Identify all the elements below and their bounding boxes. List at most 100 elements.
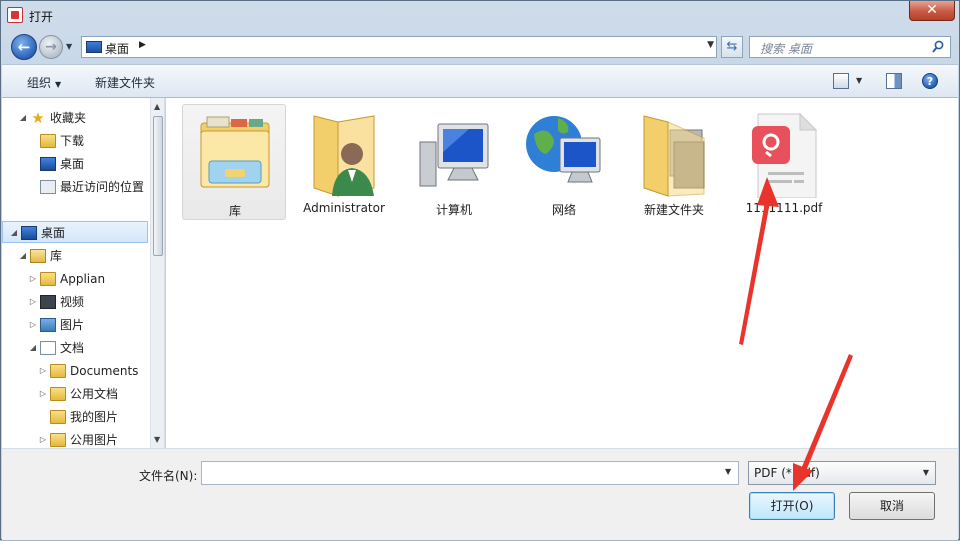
- address-bar[interactable]: 桌面 ▶ ▼: [81, 36, 717, 58]
- folder-icon: [50, 410, 66, 424]
- folder-icon: [50, 433, 66, 447]
- tree-item-desktop-favorite[interactable]: 桌面: [2, 153, 148, 175]
- downloads-folder-icon: [40, 134, 56, 148]
- recent-places-icon: [40, 180, 56, 194]
- address-text: 桌面: [105, 42, 130, 56]
- refresh-button[interactable]: ⇆: [721, 36, 743, 58]
- expanded-triangle-icon[interactable]: ◢: [28, 337, 38, 359]
- forward-button[interactable]: →: [39, 35, 63, 59]
- folder-icon: [50, 387, 66, 401]
- close-button[interactable]: ✕: [909, 1, 955, 21]
- file-item-pdf[interactable]: 1111111.pdf: [732, 104, 836, 220]
- file-label: Administrator: [303, 201, 385, 215]
- view-dropdown-icon[interactable]: ▼: [856, 76, 862, 85]
- tree-item-documents[interactable]: ◢ 文档: [2, 337, 148, 359]
- app-icon: [7, 7, 23, 23]
- filetype-select[interactable]: PDF (*.pdf) ▼: [748, 461, 936, 485]
- scrollbar-thumb[interactable]: [153, 116, 163, 256]
- address-dropdown-icon[interactable]: ▼: [707, 40, 714, 50]
- expanded-triangle-icon[interactable]: ◢: [9, 222, 19, 244]
- chevron-right-icon[interactable]: ▶: [139, 40, 146, 50]
- tree-item-pictures[interactable]: ▷ 图片: [2, 314, 148, 336]
- organize-button[interactable]: 组织 ▼: [27, 74, 61, 91]
- tree-item-videos[interactable]: ▷ 视频: [2, 291, 148, 313]
- tree-item-desktop[interactable]: ◢ 桌面: [2, 221, 148, 243]
- file-item-libraries[interactable]: 库: [182, 104, 286, 220]
- file-label: 新建文件夹: [643, 203, 704, 217]
- collapsed-triangle-icon[interactable]: ▷: [38, 360, 48, 382]
- computer-icon: [419, 123, 489, 187]
- file-item-administrator[interactable]: Administrator: [292, 104, 396, 220]
- scroll-down-icon[interactable]: ▼: [154, 435, 160, 444]
- scroll-up-icon[interactable]: ▲: [154, 102, 160, 111]
- organize-label: 组织: [27, 76, 52, 90]
- filename-input[interactable]: [201, 461, 739, 485]
- network-icon: [526, 116, 601, 183]
- tree-item-applian[interactable]: ▷ Applian: [2, 268, 148, 290]
- tree-label: 最近访问的位置: [60, 180, 145, 194]
- toolbar: 组织 ▼ 新建文件夹 ▼ ?: [2, 64, 958, 98]
- file-item-network[interactable]: 网络: [512, 104, 616, 220]
- tree-label: 视频: [60, 295, 85, 309]
- folder-icon: [50, 364, 66, 378]
- navigation-bar: ← → ▼ 桌面 ▶ ▼ ⇆ 搜索 桌面: [1, 31, 959, 61]
- dialog-footer: 文件名(N): ▼ PDF (*.pdf) ▼ 打开(O) 取消: [2, 448, 958, 540]
- help-icon[interactable]: ?: [922, 73, 938, 89]
- tree-label: 下载: [60, 134, 85, 148]
- back-button[interactable]: ←: [11, 34, 37, 60]
- chevron-down-icon: ▼: [922, 468, 929, 477]
- star-icon: ★: [31, 109, 45, 127]
- filename-label: 文件名(N):: [139, 469, 198, 483]
- expanded-triangle-icon[interactable]: ◢: [18, 107, 28, 129]
- navigation-pane: ◢ ★ 收藏夹 下载 桌面 最近访问的位置 ◢ 桌面 ◢ 库 ▷ Applian…: [2, 98, 165, 448]
- tree-item-public-documents[interactable]: ▷ 公用文档: [2, 383, 148, 405]
- tree-item-public-pictures[interactable]: ▷ 公用图片: [2, 429, 148, 448]
- video-library-icon: [40, 295, 56, 309]
- filename-dropdown-icon[interactable]: ▼: [725, 467, 731, 476]
- file-label: 计算机: [435, 203, 472, 217]
- tree-item-my-pictures[interactable]: 我的图片: [2, 406, 148, 428]
- collapsed-triangle-icon[interactable]: ▷: [38, 383, 48, 405]
- tree-item-libraries[interactable]: ◢ 库: [2, 245, 148, 267]
- file-item-new-folder[interactable]: 新建文件夹: [622, 104, 726, 220]
- expanded-triangle-icon[interactable]: ◢: [18, 245, 28, 267]
- file-label: 网络: [551, 203, 576, 217]
- search-icon[interactable]: [932, 40, 944, 54]
- tree-item-my-documents[interactable]: ▷ Documents: [2, 360, 148, 382]
- new-folder-button[interactable]: 新建文件夹: [95, 74, 155, 91]
- tree-label: 图片: [60, 318, 85, 332]
- collapsed-triangle-icon[interactable]: ▷: [28, 268, 38, 290]
- tree-label: 桌面: [41, 226, 66, 240]
- collapsed-triangle-icon[interactable]: ▷: [28, 314, 38, 336]
- file-label: 库: [228, 204, 241, 218]
- tree-label: 收藏夹: [50, 111, 87, 125]
- tree-label: 我的图片: [70, 410, 119, 424]
- desktop-icon: [86, 41, 102, 53]
- collapsed-triangle-icon[interactable]: ▷: [38, 429, 48, 448]
- filetype-value: PDF (*.pdf): [754, 466, 820, 480]
- navigation-scrollbar[interactable]: ▲ ▼: [150, 98, 164, 448]
- open-file-dialog: 打开 ✕ ← → ▼ 桌面 ▶ ▼ ⇆ 搜索 桌面 组织▼ 新建文件夹 ▼ ?: [0, 0, 960, 540]
- change-view-icon[interactable]: [833, 73, 849, 89]
- tree-item-recent-places[interactable]: 最近访问的位置: [2, 176, 148, 198]
- collapsed-triangle-icon[interactable]: ▷: [28, 291, 38, 313]
- open-button[interactable]: 打开(O): [749, 492, 835, 520]
- window-title: 打开: [29, 10, 54, 24]
- tree-label: 桌面: [60, 157, 85, 171]
- tree-item-favorites[interactable]: ◢ ★ 收藏夹: [2, 107, 148, 129]
- chevron-down-icon: ▼: [55, 80, 62, 89]
- preview-pane-icon[interactable]: [886, 73, 902, 89]
- file-list: 库 Administrator 计算机 网络 新建文件夹 1111111.pdf: [166, 98, 958, 448]
- pdf-icon: [752, 112, 818, 198]
- search-placeholder: 搜索 桌面: [760, 42, 812, 56]
- library-icon: [200, 116, 270, 188]
- recent-pages-dropdown[interactable]: ▼: [66, 42, 76, 52]
- folder-icon: [40, 272, 56, 286]
- tree-item-downloads[interactable]: 下载: [2, 130, 148, 152]
- search-input[interactable]: 搜索 桌面: [749, 36, 951, 58]
- tree-label: 公用图片: [70, 433, 119, 447]
- title-bar: 打开 ✕: [1, 1, 959, 31]
- tree-label: 文档: [60, 341, 85, 355]
- file-item-computer[interactable]: 计算机: [402, 104, 506, 220]
- cancel-button[interactable]: 取消: [849, 492, 935, 520]
